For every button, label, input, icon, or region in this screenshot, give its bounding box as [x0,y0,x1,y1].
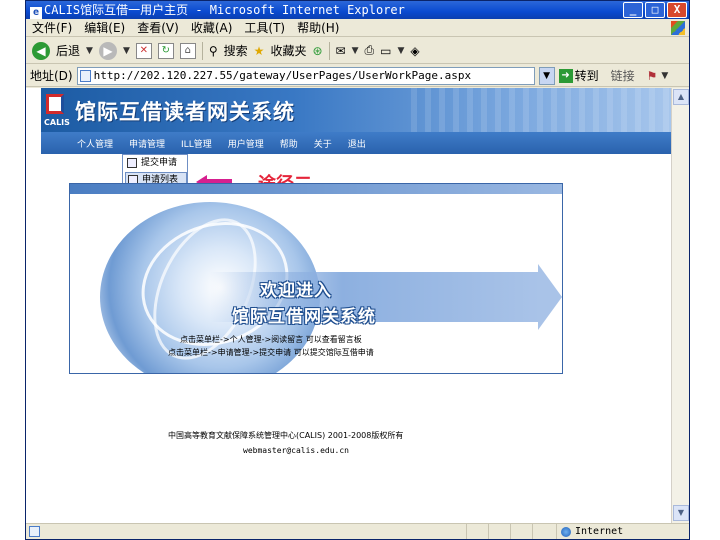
status-cells [466,524,554,539]
search-button[interactable]: 搜索 [224,42,248,59]
menu-favorites[interactable]: 收藏(A) [191,19,233,36]
dropdown-item-submit[interactable]: 提交申请 [125,156,187,171]
welcome-panel: 欢迎进入 馆际互借网关系统 点击菜单栏->个人管理->阅读留言 可以查看留言板 … [69,183,563,374]
mail-icon[interactable]: ✉ [336,44,346,58]
status-cell [532,524,554,539]
forward-arrow-icon[interactable]: ▶ [98,41,117,60]
window-title: CALIS馆际互借一用户主页 - Microsoft Internet Expl… [44,3,405,17]
status-cell [466,524,488,539]
menu-edit[interactable]: 编辑(E) [84,19,125,36]
nav-users[interactable]: 用户管理 [228,137,264,150]
scroll-down-icon[interactable]: ▼ [673,505,689,521]
footer-email-link[interactable]: webmaster@calis.edu.cn [243,446,349,455]
address-label: 地址(D) [30,69,73,83]
menu-help[interactable]: 帮助(H) [297,19,339,36]
toolbar: ◀ 后退 ▼ ▶ ▼ ✕ ↻ ⌂ ⚲ 搜索 ★ 收藏夹 ⊛ ✉ ▼ ⎙ ▭ ▼ … [26,38,689,64]
go-label: 转到 [574,69,599,83]
ie-window: e CALIS馆际互借一用户主页 - Microsoft Internet Exp… [25,0,690,540]
window-controls: _ □ X [623,2,687,18]
edit-dropdown-icon[interactable]: ▼ [397,46,404,56]
history-icon[interactable]: ⊛ [312,44,322,58]
calis-logo-mark-icon [46,94,64,114]
messenger-icon[interactable]: ◈ [410,44,419,58]
main-nav: 个人管理 申请管理 ILL管理 用户管理 帮助 关于 退出 [41,132,671,154]
address-dropdown-icon[interactable]: ▼ [538,66,555,85]
favorites-button[interactable]: 收藏夹 [270,42,306,59]
stop-icon[interactable]: ✕ [135,42,152,59]
address-bar: 地址(D) http://202.120.227.55/gateway/User… [26,65,689,87]
toolbar-separator [328,41,330,60]
back-button[interactable]: 后退 [56,42,80,59]
extension-dropdown-icon[interactable]: ▼ [661,71,668,81]
search-icon[interactable]: ⚲ [209,44,218,58]
zone-label: Internet [575,526,624,537]
favorites-star-icon[interactable]: ★ [254,44,265,58]
maximize-button[interactable]: □ [645,2,665,18]
back-arrow-icon[interactable]: ◀ [32,41,50,60]
welcome-system-name: 馆际互借网关系统 [232,307,376,327]
extension-icon[interactable]: ⚑ [647,69,658,83]
refresh-icon[interactable]: ↻ [157,42,174,59]
close-button[interactable]: X [667,2,687,18]
toolbar-separator [201,41,203,60]
status-cell [488,524,510,539]
menu-tools[interactable]: 工具(T) [244,19,285,36]
menu-file[interactable]: 文件(F) [32,19,72,36]
status-page-icon [29,526,40,537]
page-content: CALIS 馆际互借读者网关系统 个人管理 申请管理 ILL管理 用户管理 帮助… [26,88,671,523]
welcome-heading: 欢迎进入 [260,281,332,301]
dropdown-item-label: 提交申请 [141,158,178,168]
site-banner: CALIS 馆际互借读者网关系统 [41,88,671,132]
nav-personal[interactable]: 个人管理 [77,137,113,150]
back-dropdown-icon[interactable]: ▼ [86,46,93,56]
address-input[interactable]: http://202.120.227.55/gateway/UserPages/… [76,66,535,85]
home-icon[interactable]: ⌂ [179,42,196,59]
site-title: 馆际互借读者网关系统 [75,100,295,124]
menu-view[interactable]: 查看(V) [137,19,179,36]
vertical-scrollbar[interactable]: ▲ ▼ [671,88,689,523]
go-arrow-icon: ➜ [558,68,573,83]
nav-about[interactable]: 关于 [314,137,332,150]
status-bar: Internet [26,523,689,539]
title-bar: e CALIS馆际互借一用户主页 - Microsoft Internet Exp… [26,1,689,19]
footer-copyright: 中国高等教育文献保障系统管理中心(CALIS) 2001-2008版权所有 [168,431,404,440]
checkbox-icon [127,158,137,168]
calis-logo[interactable]: CALIS [44,92,70,128]
welcome-arrow-head [538,264,562,330]
status-cell [510,524,532,539]
internet-zone-icon [561,526,571,537]
address-url: http://202.120.227.55/gateway/UserPages/… [93,68,472,82]
minimize-button[interactable]: _ [623,2,643,18]
menu-bar: 文件(F) 编辑(E) 查看(V) 收藏(A) 工具(T) 帮助(H) [26,19,689,37]
mail-dropdown-icon[interactable]: ▼ [352,46,359,56]
print-icon[interactable]: ⎙ [365,43,375,58]
nav-logout[interactable]: 退出 [348,137,366,150]
scroll-up-icon[interactable]: ▲ [673,89,689,105]
nav-requests[interactable]: 申请管理 [129,137,165,150]
page-icon [79,69,91,82]
hint-message-board: 点击菜单栏->个人管理->阅读留言 可以查看留言板 [180,335,362,344]
ie-logo-icon: e [30,7,42,19]
welcome-panel-header [70,184,562,194]
edit-icon[interactable]: ▭ [380,44,391,58]
security-zone: Internet [556,524,623,539]
banner-decoration [411,88,671,132]
nav-ill[interactable]: ILL管理 [181,137,212,150]
hint-submit-request: 点击菜单栏->申请管理->提交申请 可以提交馆际互借申请 [168,348,374,357]
nav-help[interactable]: 帮助 [280,137,298,150]
calis-logo-text: CALIS [44,118,70,127]
forward-dropdown-icon[interactable]: ▼ [123,46,130,56]
windows-logo-icon [671,21,685,35]
links-button[interactable]: 链接 [611,67,635,84]
go-button[interactable]: ➜ 转到 [558,67,599,84]
